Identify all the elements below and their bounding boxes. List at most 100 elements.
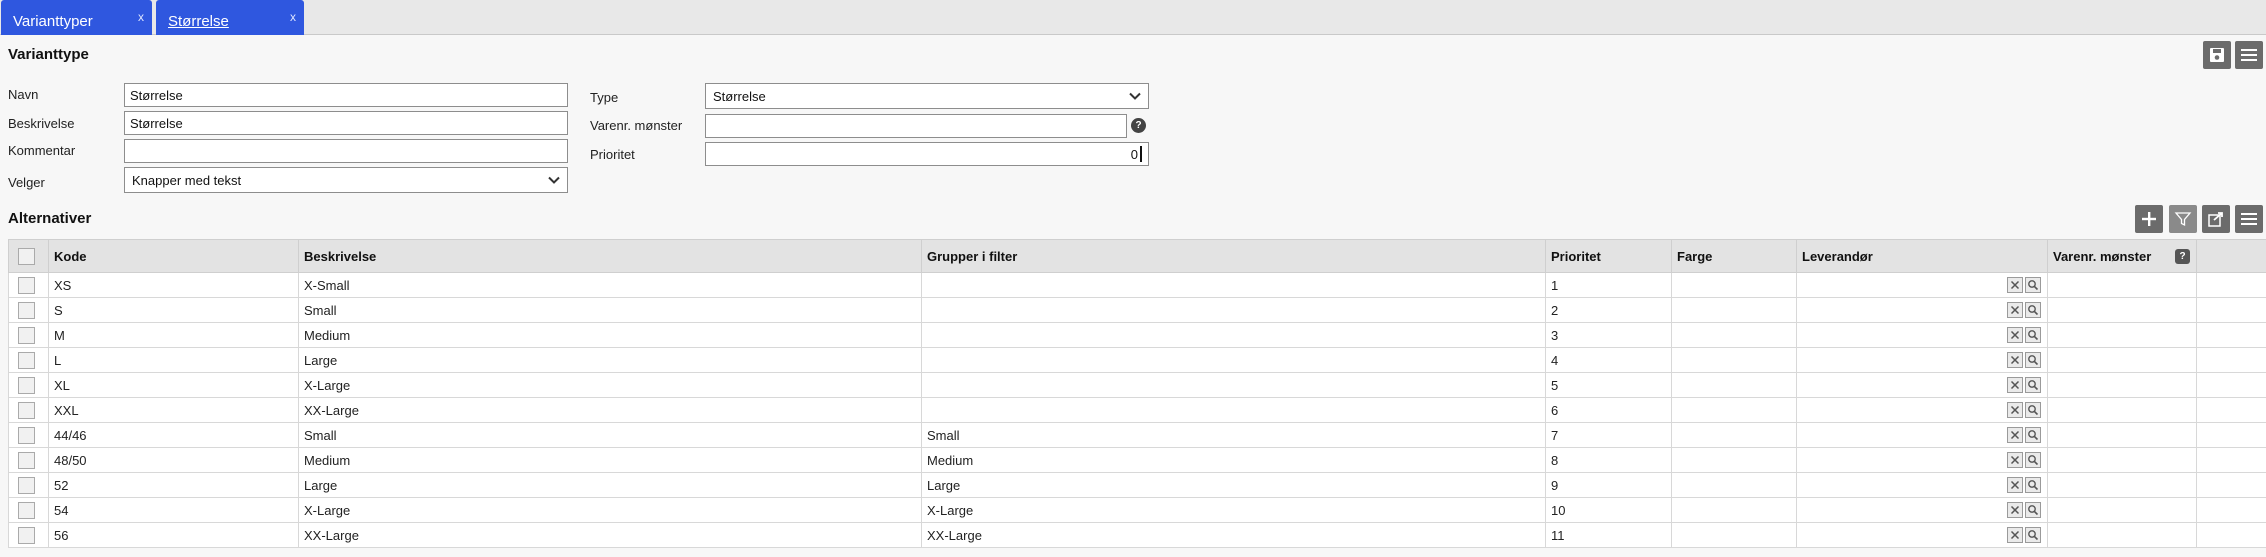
type-select[interactable]: Størrelse bbox=[705, 83, 1149, 109]
cell-farge[interactable] bbox=[1671, 522, 1797, 548]
filter-button[interactable] bbox=[2169, 205, 2197, 233]
search-supplier-button[interactable] bbox=[2025, 477, 2041, 493]
table-row[interactable]: 54 X-Large X-Large 10 bbox=[8, 497, 2266, 523]
cell-beskrivelse[interactable]: Large bbox=[298, 347, 922, 373]
varenr-input[interactable] bbox=[705, 114, 1127, 138]
cell-grupper[interactable]: X-Large bbox=[921, 497, 1546, 523]
column-header-farge[interactable]: Farge bbox=[1671, 239, 1797, 273]
navn-input[interactable] bbox=[124, 83, 568, 107]
row-select-cell[interactable] bbox=[8, 322, 49, 348]
clear-supplier-button[interactable] bbox=[2007, 352, 2023, 368]
cell-varenr[interactable] bbox=[2047, 347, 2197, 373]
cell-beskrivelse[interactable]: Medium bbox=[298, 447, 922, 473]
cell-prioritet[interactable]: 11 bbox=[1545, 522, 1672, 548]
cell-prioritet[interactable]: 7 bbox=[1545, 422, 1672, 448]
table-row[interactable]: M Medium 3 bbox=[8, 322, 2266, 348]
grid-menu-button[interactable] bbox=[2235, 205, 2263, 233]
select-all-checkbox[interactable] bbox=[18, 247, 35, 265]
table-row[interactable]: XS X-Small 1 bbox=[8, 272, 2266, 298]
search-supplier-button[interactable] bbox=[2025, 427, 2041, 443]
cell-leverandor[interactable] bbox=[1796, 422, 2048, 448]
cell-beskrivelse[interactable]: X-Small bbox=[298, 272, 922, 298]
row-checkbox[interactable] bbox=[18, 326, 35, 344]
clear-supplier-button[interactable] bbox=[2007, 377, 2023, 393]
clear-supplier-button[interactable] bbox=[2007, 277, 2023, 293]
cell-leverandor[interactable] bbox=[1796, 447, 2048, 473]
clear-supplier-button[interactable] bbox=[2007, 527, 2023, 543]
cell-leverandor[interactable] bbox=[1796, 397, 2048, 423]
cell-prioritet[interactable]: 8 bbox=[1545, 447, 1672, 473]
column-header-beskrivelse[interactable]: Beskrivelse bbox=[298, 239, 922, 273]
export-button[interactable] bbox=[2202, 205, 2230, 233]
table-row[interactable]: S Small 2 bbox=[8, 297, 2266, 323]
cell-farge[interactable] bbox=[1671, 397, 1797, 423]
cell-farge[interactable] bbox=[1671, 347, 1797, 373]
tab-close-icon[interactable]: x bbox=[138, 10, 144, 24]
search-supplier-button[interactable] bbox=[2025, 352, 2041, 368]
search-supplier-button[interactable] bbox=[2025, 402, 2041, 418]
cell-beskrivelse[interactable]: XX-Large bbox=[298, 522, 922, 548]
cell-farge[interactable] bbox=[1671, 322, 1797, 348]
cell-grupper[interactable] bbox=[921, 347, 1546, 373]
clear-supplier-button[interactable] bbox=[2007, 327, 2023, 343]
row-checkbox[interactable] bbox=[18, 501, 35, 519]
cell-grupper[interactable] bbox=[921, 322, 1546, 348]
cell-grupper[interactable]: XX-Large bbox=[921, 522, 1546, 548]
menu-button[interactable] bbox=[2235, 41, 2263, 69]
row-checkbox[interactable] bbox=[18, 376, 35, 394]
cell-kode[interactable]: S bbox=[48, 297, 299, 323]
search-supplier-button[interactable] bbox=[2025, 377, 2041, 393]
cell-kode[interactable]: XXL bbox=[48, 397, 299, 423]
cell-grupper[interactable]: Large bbox=[921, 472, 1546, 498]
cell-prioritet[interactable]: 5 bbox=[1545, 372, 1672, 398]
column-header-grupper[interactable]: Grupper i filter bbox=[921, 239, 1546, 273]
search-supplier-button[interactable] bbox=[2025, 327, 2041, 343]
cell-grupper[interactable]: Small bbox=[921, 422, 1546, 448]
cell-kode[interactable]: 44/46 bbox=[48, 422, 299, 448]
search-supplier-button[interactable] bbox=[2025, 452, 2041, 468]
help-icon[interactable]: ? bbox=[1131, 118, 1146, 133]
clear-supplier-button[interactable] bbox=[2007, 452, 2023, 468]
row-checkbox[interactable] bbox=[18, 301, 35, 319]
cell-varenr[interactable] bbox=[2047, 297, 2197, 323]
row-select-cell[interactable] bbox=[8, 347, 49, 373]
cell-kode[interactable]: XL bbox=[48, 372, 299, 398]
cell-grupper[interactable] bbox=[921, 397, 1546, 423]
clear-supplier-button[interactable] bbox=[2007, 302, 2023, 318]
cell-leverandor[interactable] bbox=[1796, 497, 2048, 523]
cell-grupper[interactable] bbox=[921, 272, 1546, 298]
cell-beskrivelse[interactable]: X-Large bbox=[298, 497, 922, 523]
row-checkbox[interactable] bbox=[18, 476, 35, 494]
table-row[interactable]: L Large 4 bbox=[8, 347, 2266, 373]
search-supplier-button[interactable] bbox=[2025, 502, 2041, 518]
table-row[interactable]: 52 Large Large 9 bbox=[8, 472, 2266, 498]
row-checkbox[interactable] bbox=[18, 526, 35, 544]
cell-prioritet[interactable]: 4 bbox=[1545, 347, 1672, 373]
row-checkbox[interactable] bbox=[18, 351, 35, 369]
velger-select[interactable]: Knapper med tekst bbox=[124, 167, 568, 193]
cell-beskrivelse[interactable]: Medium bbox=[298, 322, 922, 348]
cell-grupper[interactable]: Medium bbox=[921, 447, 1546, 473]
row-select-cell[interactable] bbox=[8, 297, 49, 323]
row-checkbox[interactable] bbox=[18, 276, 35, 294]
search-supplier-button[interactable] bbox=[2025, 302, 2041, 318]
column-header-kode[interactable]: Kode bbox=[48, 239, 299, 273]
cell-varenr[interactable] bbox=[2047, 272, 2197, 298]
cell-kode[interactable]: 48/50 bbox=[48, 447, 299, 473]
cell-farge[interactable] bbox=[1671, 497, 1797, 523]
cell-leverandor[interactable] bbox=[1796, 472, 2048, 498]
cell-grupper[interactable] bbox=[921, 297, 1546, 323]
column-header-prioritet[interactable]: Prioritet bbox=[1545, 239, 1672, 273]
cell-leverandor[interactable] bbox=[1796, 297, 2048, 323]
tab-close-icon[interactable]: x bbox=[290, 10, 296, 24]
row-checkbox[interactable] bbox=[18, 451, 35, 469]
tab-varianttyper[interactable]: Varianttyper x bbox=[1, 0, 152, 35]
cell-varenr[interactable] bbox=[2047, 447, 2197, 473]
search-supplier-button[interactable] bbox=[2025, 277, 2041, 293]
cell-varenr[interactable] bbox=[2047, 397, 2197, 423]
cell-varenr[interactable] bbox=[2047, 372, 2197, 398]
cell-varenr[interactable] bbox=[2047, 522, 2197, 548]
cell-leverandor[interactable] bbox=[1796, 322, 2048, 348]
cell-kode[interactable]: M bbox=[48, 322, 299, 348]
cell-leverandor[interactable] bbox=[1796, 522, 2048, 548]
